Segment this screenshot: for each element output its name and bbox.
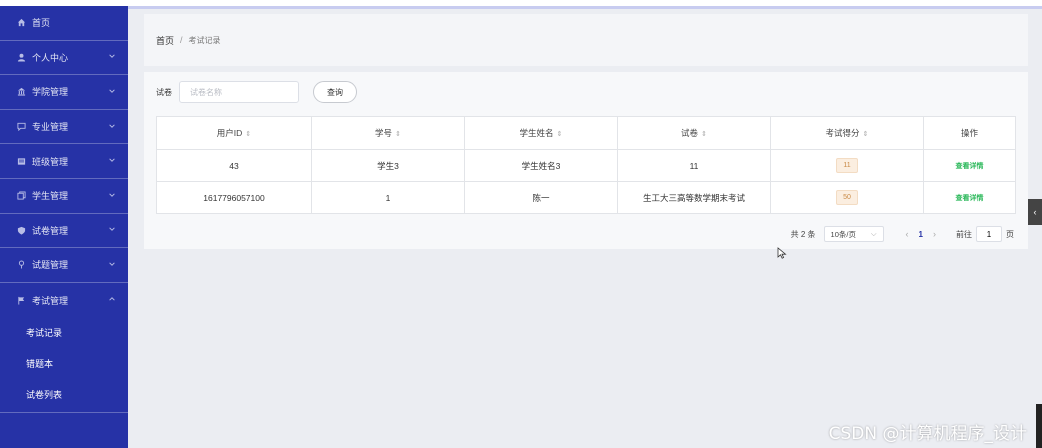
column-header-student-no[interactable]: 学号 ⇕ bbox=[311, 116, 465, 150]
edge-scrollbar[interactable] bbox=[1036, 404, 1042, 448]
folder-icon bbox=[16, 156, 26, 166]
flag-icon bbox=[16, 295, 26, 305]
view-detail-button[interactable]: 查看详情 bbox=[956, 195, 984, 202]
comment-icon bbox=[16, 122, 26, 132]
sort-icon[interactable]: ⇕ bbox=[557, 131, 563, 138]
cell-paper: 生工大三高等数学期末考试 bbox=[617, 181, 771, 214]
cell-student-no: 学生3 bbox=[311, 149, 465, 182]
prev-page-icon[interactable]: ‹ bbox=[906, 229, 909, 239]
view-detail-button[interactable]: 查看详情 bbox=[956, 163, 984, 170]
table-row: 43 学生3 学生姓名3 11 11 查看详情 bbox=[156, 149, 1016, 182]
page-number-current[interactable]: 1 bbox=[919, 230, 923, 239]
table-header-row: 用户ID ⇕ 学号 ⇕ 学生姓名 ⇕ 试卷 ⇕ 考试得分 ⇕ 操作 bbox=[156, 116, 1016, 150]
cell-user-id: 43 bbox=[156, 149, 312, 182]
sidebar-submenu: 考试记录 错题本 试卷列表 bbox=[0, 317, 128, 414]
column-header-paper[interactable]: 试卷 ⇕ bbox=[617, 116, 771, 150]
watermark: CSDN @计算机程序_设计 bbox=[828, 424, 1027, 444]
breadcrumb-current: 考试记录 bbox=[188, 35, 221, 45]
pagination: 共 2 条 10条/页 ⌵ ‹ 1 › 前往 页 bbox=[791, 225, 1014, 243]
breadcrumb-separator: / bbox=[180, 35, 183, 45]
sort-icon[interactable]: ⇕ bbox=[395, 131, 401, 138]
cell-user-id: 1617796057100 bbox=[156, 181, 312, 214]
cell-paper: 11 bbox=[617, 149, 771, 182]
column-header-score[interactable]: 考试得分 ⇕ bbox=[770, 116, 924, 150]
content-panel: 试卷 查询 用户ID⇕ 学号⇕ 学生姓名⇕ 试卷⇕ 考试得分⇕ 操作 43 学生… bbox=[144, 72, 1028, 249]
chevron-down-icon: ⌵ bbox=[870, 229, 877, 238]
mouse-cursor-icon bbox=[777, 247, 787, 259]
sidebar-item-home[interactable]: 首页 bbox=[0, 6, 128, 41]
sidebar-item-major[interactable]: 专业管理 bbox=[0, 110, 128, 145]
sidebar-item-label: 首页 bbox=[32, 18, 51, 29]
home-icon bbox=[16, 18, 26, 28]
goto-page-input[interactable] bbox=[976, 226, 1002, 242]
page-size-select[interactable]: 10条/页 ⌵ bbox=[823, 226, 884, 242]
table-row: 1617796057100 1 陈一 生工大三高等数学期末考试 50 查看详情 bbox=[156, 181, 1016, 214]
page-suffix: 页 bbox=[1006, 229, 1014, 239]
query-button[interactable]: 查询 bbox=[313, 81, 357, 103]
sidebar-subitem-exam-records[interactable]: 考试记录 bbox=[0, 317, 128, 348]
sidebar: 首页 个人中心 学院管理 专业管理 班级管理 学生管理 试卷管理 试题管理 考试… bbox=[0, 6, 128, 448]
chevron-down-icon bbox=[108, 122, 116, 132]
exam-records-table: 用户ID ⇕ 学号 ⇕ 学生姓名 ⇕ 试卷 ⇕ 考试得分 ⇕ 操作 43 学生3 学生姓名… bbox=[156, 116, 1016, 214]
sidebar-item-label: 试卷管理 bbox=[32, 225, 69, 236]
sidebar-item-label: 学生管理 bbox=[32, 191, 69, 202]
sidebar-item-paper[interactable]: 试卷管理 bbox=[0, 214, 128, 249]
sidebar-item-student[interactable]: 学生管理 bbox=[0, 179, 128, 214]
chevron-down-icon bbox=[108, 156, 116, 166]
score-badge: 11 bbox=[836, 158, 858, 173]
sidebar-item-label: 专业管理 bbox=[32, 122, 69, 133]
cell-score: 11 bbox=[770, 149, 924, 182]
chevron-up-icon bbox=[108, 295, 116, 305]
collapse-toggle-button[interactable]: ‹ bbox=[1028, 199, 1042, 225]
sidebar-item-exam[interactable]: 考试管理 bbox=[0, 283, 128, 318]
sort-icon[interactable]: ⇕ bbox=[863, 131, 869, 138]
sidebar-subitem-paper-list[interactable]: 试卷列表 bbox=[0, 379, 128, 410]
cell-score: 50 bbox=[770, 181, 924, 214]
bank-icon bbox=[16, 87, 26, 97]
sidebar-item-label: 试题管理 bbox=[32, 260, 69, 271]
cell-action: 查看详情 bbox=[923, 149, 1016, 182]
sidebar-subitem-wrong-questions[interactable]: 错题本 bbox=[0, 348, 128, 379]
next-page-icon[interactable]: › bbox=[933, 229, 936, 239]
cell-action: 查看详情 bbox=[923, 181, 1016, 214]
chevron-down-icon bbox=[108, 52, 116, 62]
sidebar-item-label: 考试管理 bbox=[32, 295, 69, 306]
sort-icon[interactable]: ⇕ bbox=[245, 131, 251, 138]
sidebar-item-label: 班级管理 bbox=[32, 156, 69, 167]
breadcrumb-home[interactable]: 首页 bbox=[156, 34, 174, 47]
main-area: 首页 / 考试记录 试卷 查询 用户ID⇕ 学号⇕ 学生姓名⇕ 试卷⇕ 考试得分… bbox=[128, 6, 1042, 448]
pagination-total: 共 2 条 bbox=[790, 229, 816, 239]
chevron-left-icon: ‹ bbox=[1033, 207, 1037, 217]
paper-name-input[interactable] bbox=[179, 81, 299, 103]
sort-icon[interactable]: ⇕ bbox=[701, 131, 707, 138]
shield-icon bbox=[16, 225, 26, 235]
chevron-down-icon bbox=[108, 87, 116, 97]
sidebar-item-personal-center[interactable]: 个人中心 bbox=[0, 41, 128, 76]
cell-student-name: 陈一 bbox=[464, 181, 618, 214]
copy-icon bbox=[16, 191, 26, 201]
column-header-user-id[interactable]: 用户ID ⇕ bbox=[156, 116, 312, 150]
cell-student-no: 1 bbox=[311, 181, 465, 214]
column-header-student-name[interactable]: 学生姓名 ⇕ bbox=[464, 116, 618, 150]
search-bar: 试卷 查询 bbox=[156, 80, 357, 104]
chevron-down-icon bbox=[108, 225, 116, 235]
sidebar-item-label: 个人中心 bbox=[32, 52, 69, 63]
sidebar-item-question[interactable]: 试题管理 bbox=[0, 248, 128, 283]
sidebar-item-label: 学院管理 bbox=[32, 87, 69, 98]
page-size-value: 10条/页 bbox=[830, 229, 856, 239]
search-label: 试卷 bbox=[156, 87, 172, 97]
sidebar-item-college[interactable]: 学院管理 bbox=[0, 75, 128, 110]
column-header-action: 操作 bbox=[923, 116, 1016, 150]
top-divider bbox=[128, 6, 1042, 9]
breadcrumb: 首页 / 考试记录 bbox=[144, 14, 1028, 66]
cell-student-name: 学生姓名3 bbox=[464, 149, 618, 182]
chevron-down-icon bbox=[108, 191, 116, 201]
chevron-down-icon bbox=[108, 260, 116, 270]
score-badge: 50 bbox=[836, 190, 858, 205]
goto-label: 前往 bbox=[956, 229, 972, 239]
user-icon bbox=[16, 52, 26, 62]
pin-icon bbox=[16, 260, 26, 270]
sidebar-item-class[interactable]: 班级管理 bbox=[0, 144, 128, 179]
